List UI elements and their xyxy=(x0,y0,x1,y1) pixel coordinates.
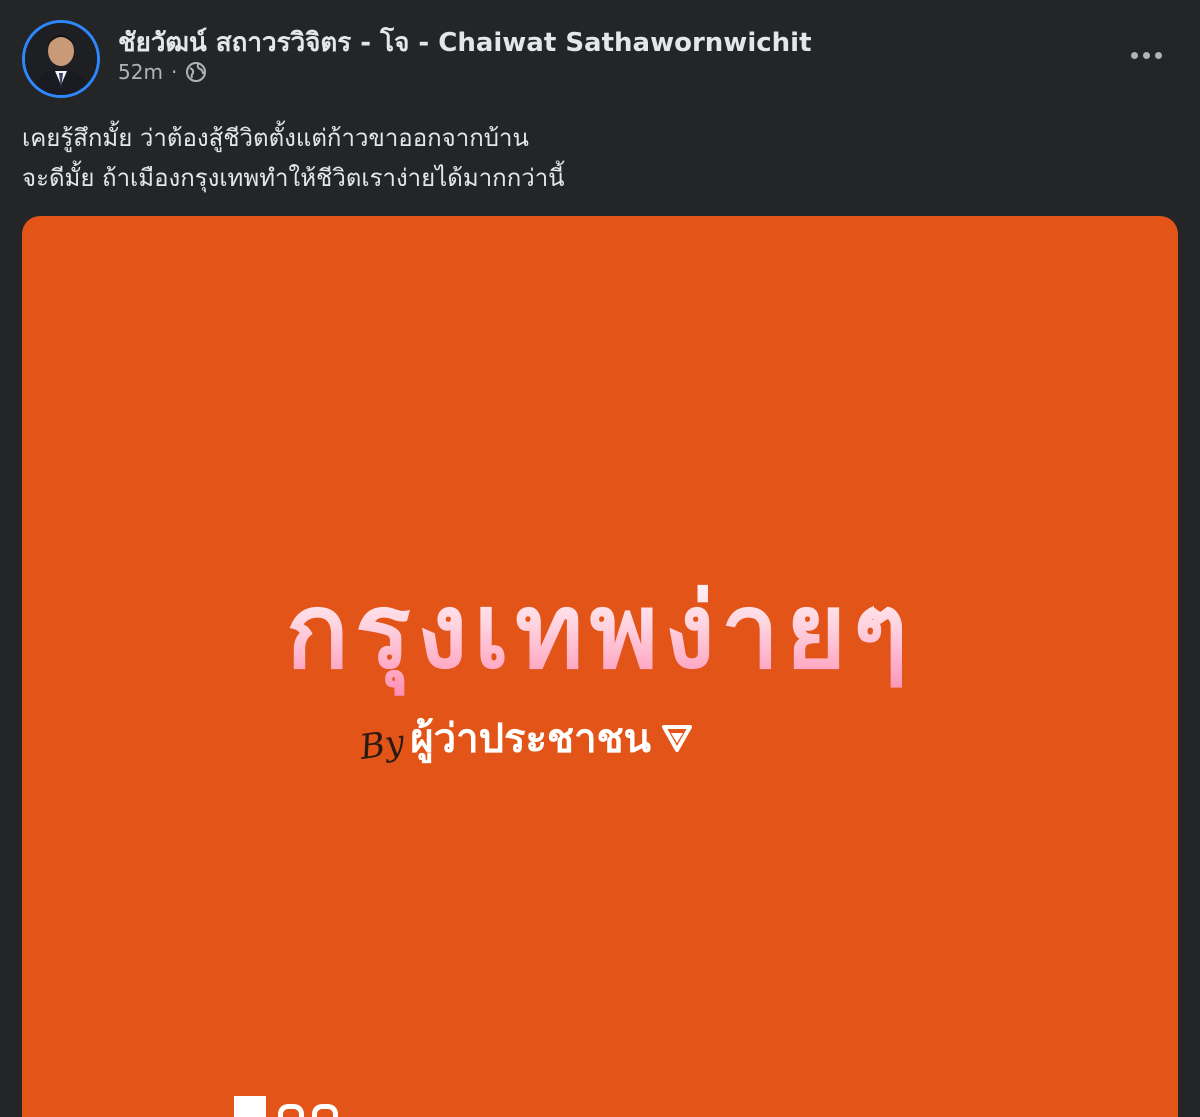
caption-line: จะดีมั้ย ถ้าเมืองกรุงเทพทำให้ชีวิตเราง่า… xyxy=(22,164,565,192)
author-name[interactable]: ชัยวัฒน์ สถาวรวิจิตร - โจ - Chaiwat Sath… xyxy=(118,22,812,63)
bottom-partial-glyph xyxy=(312,1104,338,1117)
by-signature: By xyxy=(357,722,407,768)
meta-separator: · xyxy=(170,60,178,84)
facebook-post: ชัยวัฒน์ สถาวรวิจิตร - โจ - Chaiwat Sath… xyxy=(0,0,1200,1117)
bottom-partial-glyph xyxy=(278,1104,304,1117)
post-caption: เคยรู้สึกมั้ย ว่าต้องสู้ชีวิตตั้งแต่ก้าว… xyxy=(22,118,565,198)
author-avatar[interactable] xyxy=(22,20,100,98)
more-options-icon xyxy=(1130,51,1138,59)
triangle-logo-icon xyxy=(662,725,693,752)
globe-icon[interactable] xyxy=(185,61,207,83)
image-byline: By ผู้ว่าประชาชน xyxy=(357,706,693,770)
more-options-dot xyxy=(1154,51,1162,59)
byline-text: ผู้ว่าประชาชน xyxy=(410,716,652,762)
bottom-partial-glyph xyxy=(234,1096,266,1117)
more-options-dot xyxy=(1142,51,1150,59)
avatar-portrait-icon xyxy=(25,23,97,95)
post-image[interactable]: กรุงเทพง่ายๆ By ผู้ว่าประชาชน xyxy=(22,216,1178,1117)
more-options-button[interactable] xyxy=(1126,40,1166,70)
image-headline: กรุงเทพง่ายๆ xyxy=(22,566,1178,696)
post-timestamp[interactable]: 52m xyxy=(118,60,163,84)
post-meta: 52m · xyxy=(118,60,207,84)
caption-line: เคยรู้สึกมั้ย ว่าต้องสู้ชีวิตตั้งแต่ก้าว… xyxy=(22,124,529,152)
